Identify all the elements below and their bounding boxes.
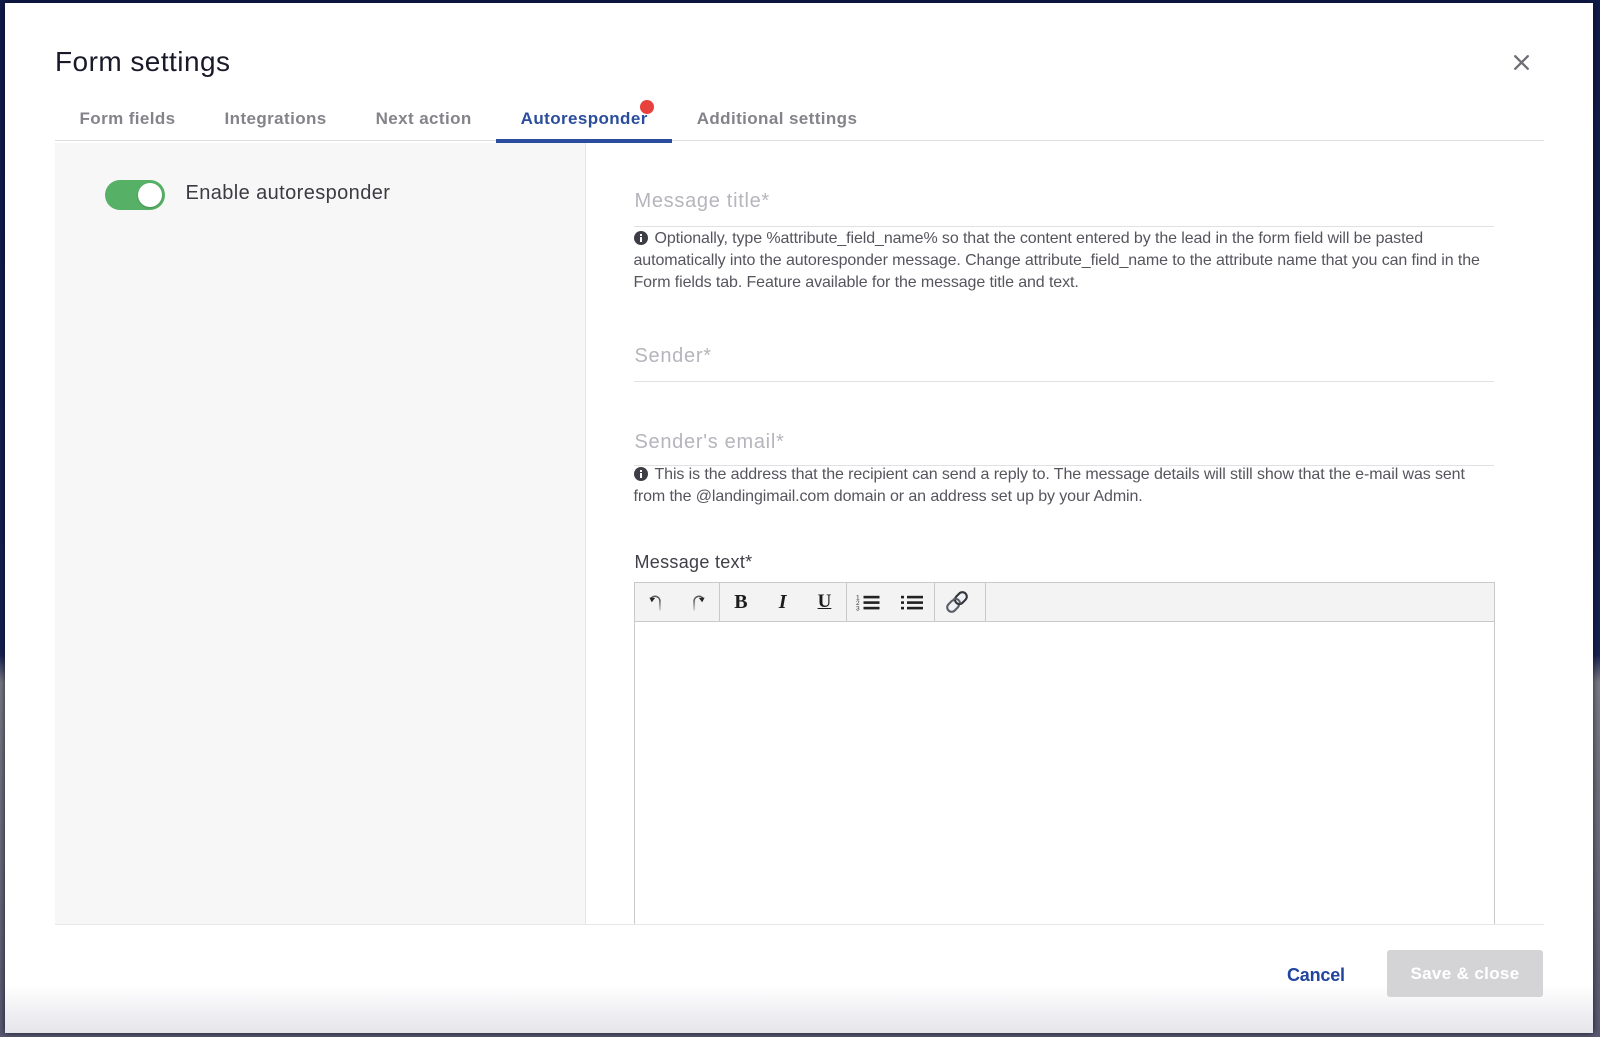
svg-text:3: 3: [856, 605, 860, 611]
